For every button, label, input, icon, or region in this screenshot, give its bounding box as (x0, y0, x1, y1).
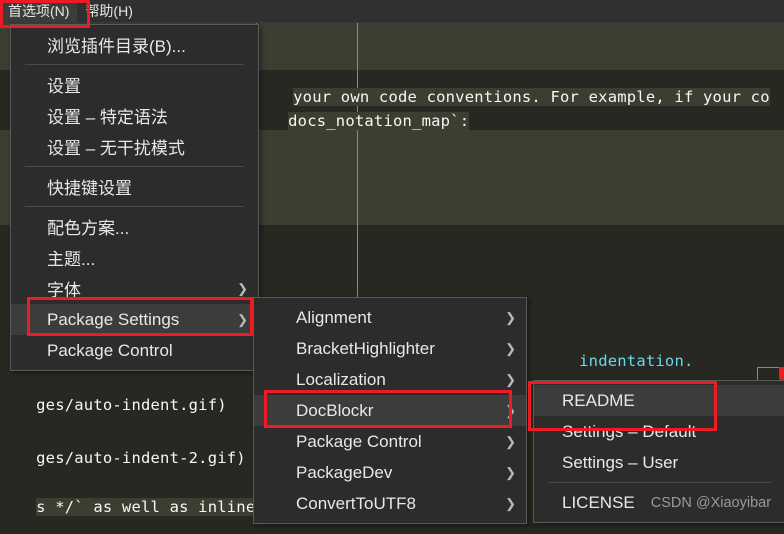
menu-item-alignment[interactable]: Alignment ❯ (254, 302, 526, 333)
menu-item-docblockr[interactable]: DocBlockr ❯ (254, 395, 526, 426)
chevron-right-icon: ❯ (505, 310, 516, 325)
menu-item-settings-default-label: Settings – Default (562, 421, 697, 441)
menu-item-color-scheme[interactable]: 配色方案... (11, 211, 258, 242)
menu-item-packagedev-label: PackageDev (296, 462, 393, 482)
code-line-link-2[interactable]: ges/auto-indent-2.gif) (0, 431, 246, 485)
menu-item-settings-distraction-free[interactable]: 设置 – 无干扰模式 (11, 131, 258, 162)
chevron-right-icon: ❯ (237, 312, 248, 327)
menubar-item-help[interactable]: 帮助(H) (77, 0, 140, 22)
chevron-right-icon: ❯ (505, 465, 516, 480)
menu-item-browse-packages[interactable]: 浏览插件目录(B)... (11, 29, 258, 60)
menu-item-package-settings[interactable]: Package Settings ❯ (11, 304, 258, 335)
menu-item-settings-user[interactable]: Settings – User (534, 447, 784, 478)
menu-item-converttoutf8[interactable]: ConvertToUTF8 ❯ (254, 488, 526, 519)
package-settings-submenu: Alignment ❯ BracketHighlighter ❯ Localiz… (253, 297, 527, 524)
menu-item-theme[interactable]: 主题... (11, 242, 258, 273)
menu-item-readme[interactable]: README (534, 385, 784, 416)
menu-item-key-bindings-label: 快捷键设置 (47, 179, 132, 198)
code-line-2: docs_notation_map`: (288, 112, 470, 130)
menu-item-font[interactable]: 字体 ❯ (11, 273, 258, 304)
csdn-watermark: CSDN @Xiaoyibar (650, 494, 772, 511)
code-line-3: s */` as well as inline (36, 498, 256, 516)
menu-item-browse-packages-label: 浏览插件目录(B)... (47, 37, 186, 56)
menu-item-package-control[interactable]: Package Control (11, 335, 258, 366)
preferences-menu: 浏览插件目录(B)... 设置 设置 – 特定语法 设置 – 无干扰模式 快捷键… (10, 24, 259, 371)
menu-item-font-label: 字体 (47, 281, 81, 300)
menu-item-brackethighlighter-label: BracketHighlighter (296, 338, 435, 358)
menu-item-settings-default[interactable]: Settings – Default (534, 416, 784, 447)
menubar-item-help-label: 帮助(H) (85, 3, 133, 19)
menu-separator (25, 64, 244, 65)
menu-item-readme-label: README (562, 390, 635, 410)
menu-item-settings-distraction-free-label: 设置 – 无干扰模式 (47, 139, 185, 158)
menu-item-converttoutf8-label: ConvertToUTF8 (296, 493, 416, 513)
menu-item-theme-label: 主题... (47, 250, 96, 269)
chevron-right-icon: ❯ (505, 372, 516, 387)
menu-item-settings-syntax-specific-label: 设置 – 特定语法 (47, 108, 168, 127)
menu-item-localization[interactable]: Localization ❯ (254, 364, 526, 395)
menu-item-alignment-label: Alignment (296, 307, 372, 327)
code-line-link-1[interactable]: ges/auto-indent.gif) (0, 378, 227, 432)
chevron-right-icon: ❯ (505, 434, 516, 449)
menu-separator (548, 482, 771, 483)
chevron-right-icon: ❯ (237, 281, 248, 296)
menu-item-settings-user-label: Settings – User (562, 452, 679, 472)
menu-separator (25, 166, 244, 167)
menu-item-settings-syntax-specific[interactable]: 设置 – 特定语法 (11, 100, 258, 131)
menu-item-key-bindings[interactable]: 快捷键设置 (11, 171, 258, 202)
chevron-right-icon: ❯ (505, 341, 516, 356)
menu-separator (25, 206, 244, 207)
menu-item-license-label: LICENSE (562, 492, 635, 512)
menu-item-settings[interactable]: 设置 (11, 69, 258, 100)
menubar-item-preferences-label: 首选项(N) (8, 3, 70, 19)
chevron-right-icon: ❯ (505, 496, 516, 511)
menu-item-settings-label: 设置 (47, 77, 81, 96)
menu-item-package-settings-label: Package Settings (47, 309, 180, 329)
menu-item-license[interactable]: LICENSE CSDN @Xiaoyibar (534, 487, 784, 518)
menu-item-brackethighlighter[interactable]: BracketHighlighter ❯ (254, 333, 526, 364)
menu-item-package-control-sub[interactable]: Package Control ❯ (254, 426, 526, 457)
menu-item-package-control-sub-label: Package Control (296, 431, 422, 451)
chevron-right-icon: ❯ (505, 403, 516, 418)
docblockr-submenu: README Settings – Default Settings – Use… (533, 380, 784, 523)
menubar-item-preferences[interactable]: 首选项(N) (0, 0, 78, 22)
menu-item-localization-label: Localization (296, 369, 386, 389)
menu-item-package-control-label: Package Control (47, 340, 173, 360)
menu-item-docblockr-label: DocBlockr (296, 400, 374, 420)
menu-item-color-scheme-label: 配色方案... (47, 219, 130, 238)
menubar: 首选项(N) 帮助(H) (0, 0, 784, 23)
menu-item-packagedev[interactable]: PackageDev ❯ (254, 457, 526, 488)
